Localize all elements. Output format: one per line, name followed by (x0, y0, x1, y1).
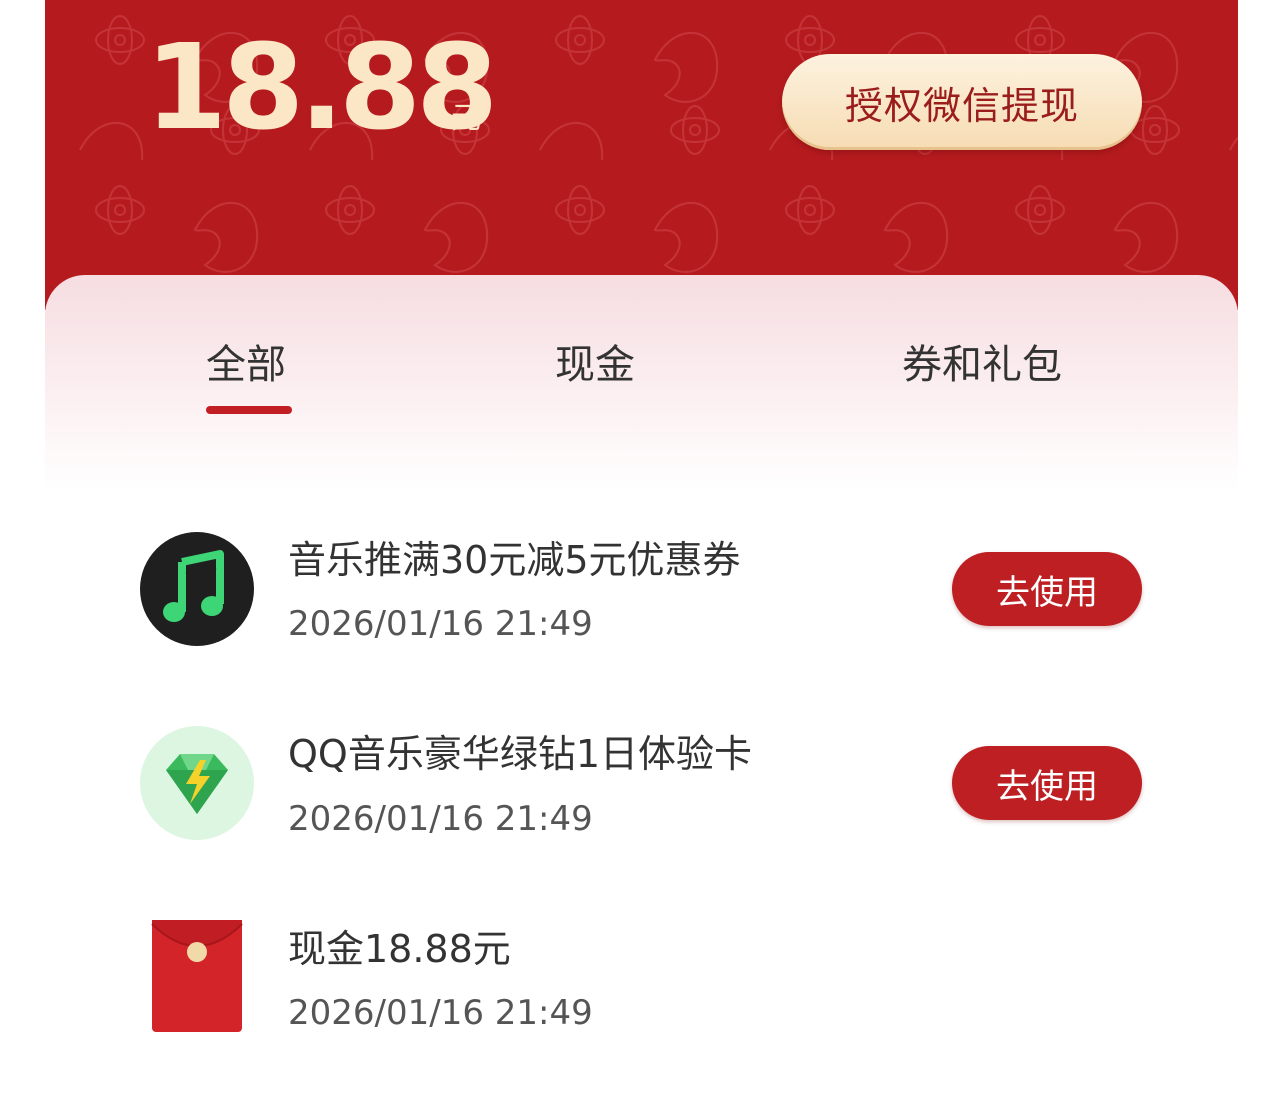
tab-coupons-and-gifts[interactable]: 券和礼包 (902, 345, 1062, 385)
red-envelope-icon (151, 920, 243, 1032)
balance-amount: 18.88 (145, 18, 498, 156)
balance-header: 18.88 元 授权微信提现 (45, 0, 1238, 310)
item-title: 音乐推满30元减5元优惠券 (288, 538, 741, 582)
green-diamond-icon (140, 726, 254, 840)
use-button[interactable]: 去使用 (952, 552, 1142, 626)
page: 18.88 元 授权微信提现 全部 现金 券和礼包 音乐推满30元减5元优惠券 … (0, 0, 1280, 1114)
active-tab-indicator (206, 406, 292, 414)
item-title: 现金18.88元 (288, 927, 511, 971)
use-button[interactable]: 去使用 (952, 746, 1142, 820)
balance-unit: 元 (451, 101, 481, 136)
tab-all[interactable]: 全部 (206, 345, 286, 385)
music-note-icon (140, 532, 254, 646)
item-time: 2026/01/16 21:49 (288, 604, 593, 644)
withdraw-button[interactable]: 授权微信提现 (782, 54, 1142, 150)
item-time: 2026/01/16 21:49 (288, 993, 593, 1033)
use-button-label: 去使用 (996, 766, 1098, 807)
item-time: 2026/01/16 21:49 (288, 799, 593, 839)
use-button-label: 去使用 (996, 572, 1098, 613)
item-title: QQ音乐豪华绿钻1日体验卡 (288, 732, 752, 776)
tab-cash[interactable]: 现金 (555, 345, 635, 385)
wallet-card: 18.88 元 授权微信提现 全部 现金 券和礼包 音乐推满30元减5元优惠券 … (45, 0, 1238, 1114)
withdraw-button-label: 授权微信提现 (844, 83, 1079, 128)
